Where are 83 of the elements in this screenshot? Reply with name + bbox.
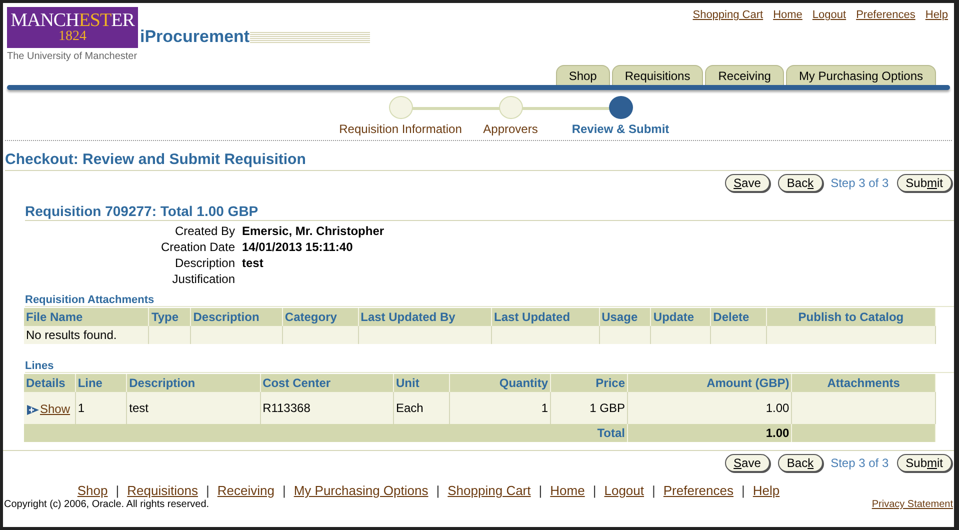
column-header: Category	[282, 308, 358, 326]
form-button[interactable]: Back	[778, 454, 823, 472]
field-value: Emersic, Mr. Christopher	[242, 224, 386, 238]
column-header: Line	[75, 374, 127, 392]
table-cell: 1 GBP	[550, 392, 628, 424]
form-button[interactable]: Back	[778, 174, 823, 192]
link-separator: |	[282, 483, 286, 498]
link-separator: |	[206, 483, 210, 498]
table-cell: Each	[394, 392, 450, 424]
column-header: Attachments	[792, 374, 936, 392]
nav-tab[interactable]: Receiving	[705, 65, 784, 85]
footer-link[interactable]: Logout	[604, 483, 644, 498]
table-cell: 1.00	[628, 392, 792, 424]
column-header: Delete	[710, 308, 766, 326]
column-header: Description	[190, 308, 282, 326]
column-header: Details	[24, 374, 76, 392]
app-title: iProcurement	[140, 27, 250, 47]
university-logo: MANCHESTER 1824	[7, 7, 138, 48]
footer-link[interactable]: Home	[550, 483, 585, 498]
table-cell: R113368	[260, 392, 394, 424]
step-label: Approvers	[483, 122, 538, 136]
column-header: Usage	[599, 308, 651, 326]
footer-link[interactable]: Shopping Cart	[448, 483, 531, 498]
table-heading: Requisition Attachments	[25, 294, 954, 307]
column-header: Quantity	[450, 374, 551, 392]
table-cell: 1	[75, 392, 127, 424]
form-button[interactable]: Save	[724, 174, 770, 192]
column-header: Last Updated By	[358, 308, 492, 326]
footer-link[interactable]: Receiving	[217, 483, 274, 498]
column-header: File Name	[24, 308, 149, 326]
form-button[interactable]: Save	[724, 454, 770, 472]
step-label: Review & Submit	[572, 122, 670, 136]
global-link[interactable]: Preferences	[856, 9, 916, 21]
footer-link[interactable]: Help	[752, 483, 780, 498]
form-button[interactable]: Submit	[896, 454, 952, 472]
link-separator: |	[436, 483, 440, 498]
field-value: test	[242, 256, 264, 270]
link-separator: |	[741, 483, 745, 498]
column-header: Last Updated	[492, 308, 600, 326]
step-indicator: Step 3 of 3	[830, 456, 889, 470]
field-label: Created By	[174, 224, 235, 238]
link-separator: |	[538, 483, 542, 498]
page-title: Checkout: Review and Submit Requisition	[5, 151, 954, 171]
copyright-text: Copyright (c) 2006, Oracle. All rights reserved.	[4, 499, 210, 510]
column-header: Unit	[394, 374, 450, 392]
form-button[interactable]: Submit	[896, 174, 952, 192]
column-header: Price	[550, 374, 628, 392]
field-value: 14/01/2013 15:11:40	[242, 240, 354, 254]
column-header: Description	[126, 374, 260, 392]
footer-link[interactable]: Shop	[77, 483, 108, 498]
link-separator: |	[116, 483, 120, 498]
column-header: Amount (GBP)	[628, 374, 792, 392]
total-label: Total	[24, 424, 628, 442]
step-indicator: Step 3 of 3	[830, 176, 889, 190]
column-header: Publish to Catalog	[766, 308, 936, 326]
column-header: Cost Center	[260, 374, 394, 392]
column-header: Update	[650, 308, 711, 326]
table-heading: Lines	[25, 360, 954, 373]
nav-tab[interactable]: My Purchasing Options	[786, 65, 936, 85]
global-link[interactable]: Help	[925, 9, 948, 21]
step-label: Requisition Information	[339, 122, 462, 136]
table-cell: test	[126, 392, 260, 424]
link-separator: |	[652, 483, 656, 498]
column-header: Type	[148, 308, 191, 326]
nav-tab[interactable]: Shop	[556, 65, 610, 85]
table-cell: No results found.	[24, 326, 149, 344]
university-name: The University of Manchester	[7, 51, 138, 62]
global-link[interactable]: Logout	[812, 9, 846, 21]
link-separator: |	[592, 483, 596, 498]
requisition-heading: Requisition 709277: Total 1.00 GBP	[25, 203, 954, 221]
expand-icon[interactable]	[26, 404, 40, 416]
total-amount: 1.00	[628, 424, 792, 442]
footer-link[interactable]: My Purchasing Options	[294, 483, 428, 498]
footer-link[interactable]: Requisitions	[127, 483, 198, 498]
field-label: Justification	[171, 272, 235, 286]
global-link[interactable]: Home	[773, 9, 802, 21]
field-label: Description	[174, 256, 235, 270]
global-link[interactable]: Shopping Cart	[692, 9, 764, 21]
nav-tab[interactable]: Requisitions	[612, 65, 704, 85]
footer-link[interactable]: Preferences	[663, 483, 734, 498]
table-cell: 1	[450, 392, 551, 424]
field-label: Creation Date	[160, 240, 235, 254]
privacy-link[interactable]: Privacy Statement	[872, 499, 953, 510]
